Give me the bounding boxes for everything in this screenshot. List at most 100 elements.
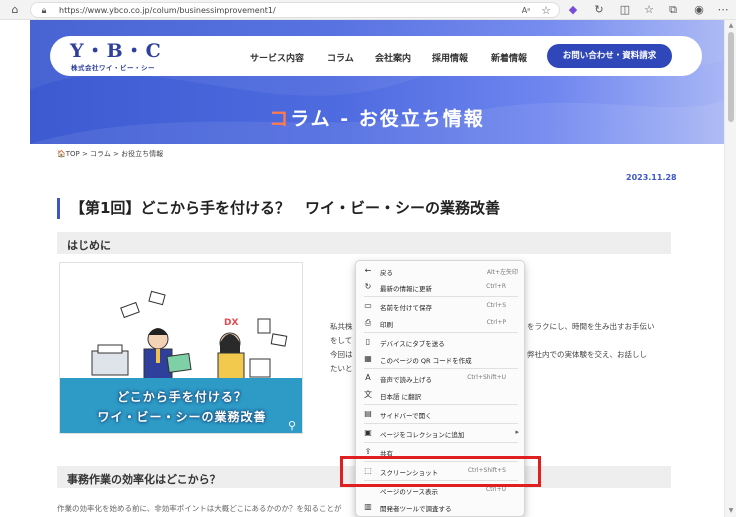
menu-item-read-aloud-shortcut: Ctrl+Shift+U: [467, 374, 506, 381]
menu-separator: [364, 423, 518, 424]
chevron-right-icon: ▸: [515, 428, 519, 436]
send-to-device-icon: ▯: [365, 337, 371, 346]
split-screen-icon[interactable]: ◫: [618, 3, 632, 17]
scroll-up-icon[interactable]: ▲: [727, 22, 735, 29]
menu-item-add-collection[interactable]: ▣ ページをコレクションに追加 ▸: [356, 425, 524, 441]
page-title-rest: ラム - お役立ち情報: [290, 108, 485, 130]
menu-item-send-to-device-label: デバイスにタブを送る: [380, 340, 445, 348]
nav-column[interactable]: コラム: [327, 51, 354, 64]
article-title: 【第1回】どこから手を付ける？ ワイ・ビー・シーの業務改善: [57, 198, 500, 219]
menu-item-qr-code[interactable]: ▦ このページの QR コードを作成: [356, 351, 524, 367]
nav-card: Y・B・C 株式会社ワイ・ビー・シー サービス内容 コラム 会社案内 採用情報 …: [50, 36, 702, 76]
zoom-icon[interactable]: ⚲: [288, 420, 300, 432]
favorites-icon[interactable]: ☆: [642, 3, 656, 17]
menu-item-devtools[interactable]: ▥ 開発者ツールで調査する: [356, 499, 524, 515]
browser-toolbar: ⌂ 🔒︎ https://www.ybco.co.jp/colum/busine…: [0, 0, 736, 20]
nav-recruit[interactable]: 採用情報: [432, 51, 468, 64]
menu-item-back[interactable]: ← 戻る Alt+左矢印: [356, 263, 524, 279]
company-name: 株式会社ワイ・ビー・シー: [71, 64, 155, 72]
refresh-extension-icon[interactable]: ↻: [592, 3, 606, 17]
menu-separator: [364, 296, 518, 297]
contact-button[interactable]: お問い合わせ・資料請求: [547, 44, 672, 68]
breadcrumb[interactable]: 🏠TOP > コラム > お役立ち情報: [57, 149, 163, 159]
collection-icon: ▣: [364, 428, 372, 437]
menu-separator: [364, 332, 518, 333]
body-text-right-0: をラクにし、時間を生み出すお手伝い: [527, 322, 655, 331]
collections-icon[interactable]: ⧉: [666, 3, 680, 17]
favorite-star-icon[interactable]: ☆: [539, 4, 553, 18]
address-url: https://www.ybco.co.jp/colum/businessimp…: [59, 6, 276, 15]
nav-services[interactable]: サービス内容: [250, 51, 304, 64]
menu-item-print[interactable]: ⎙ 印刷 Ctrl+P: [356, 315, 524, 331]
image-banner-line2: ワイ・ビー・シーの業務改善: [97, 410, 267, 424]
body-text-left-2: 今回は: [330, 350, 353, 359]
image-banner: どこから手を付ける？ ワイ・ビー・シーの業務改善: [60, 378, 302, 433]
body-text-left-1: をして: [330, 336, 353, 345]
scroll-thumb[interactable]: [728, 32, 734, 122]
menu-item-save-as[interactable]: ▭ 名前を付けて保存 Ctrl+S: [356, 298, 524, 314]
browser-window: ⌂ 🔒︎ https://www.ybco.co.jp/colum/busine…: [0, 0, 736, 517]
body-text-right-2: 弊社内での実体験を交え、お話しし: [527, 350, 647, 359]
extension-icon[interactable]: ◆: [566, 3, 580, 17]
profile-icon[interactable]: ◉: [692, 3, 706, 17]
body-text-left-3: たいと: [330, 364, 353, 373]
page-title: コラム - お役立ち情報: [30, 104, 724, 131]
site-logo[interactable]: Y・B・C: [70, 41, 163, 61]
print-icon: ⎙: [364, 318, 372, 327]
office-illustration: DX: [60, 263, 302, 383]
menu-item-open-sidebar-label: サイドバーで開く: [380, 412, 432, 420]
menu-item-print-label: 印刷: [380, 321, 393, 329]
menu-item-read-aloud[interactable]: A 音声で読み上げる Ctrl+Shift+U: [356, 370, 524, 386]
devtools-icon: ▥: [364, 502, 372, 511]
site-header: Y・B・C 株式会社ワイ・ビー・シー サービス内容 コラム 会社案内 採用情報 …: [30, 20, 724, 144]
menu-separator: [364, 442, 518, 443]
address-bar[interactable]: 🔒︎ https://www.ybco.co.jp/colum/business…: [30, 2, 560, 18]
translate-icon: 文: [364, 390, 372, 399]
menu-item-view-source-label: ページのソース表示: [380, 488, 439, 496]
page-scrollbar[interactable]: ▲ ▼: [724, 20, 736, 517]
section2-text: 作業の効率化を始める前に、非効率ポイントは大概どこにあるかのか？を知ることが: [57, 504, 342, 513]
menu-item-back-label: 戻る: [380, 269, 393, 277]
read-aloud-icon: A: [365, 373, 371, 382]
menu-item-devtools-label: 開発者ツールで調査する: [380, 505, 452, 513]
menu-separator: [364, 404, 518, 405]
scroll-down-icon[interactable]: ▼: [727, 507, 735, 514]
menu-item-refresh[interactable]: ↻ 最新の情報に更新 Ctrl+R: [356, 279, 524, 295]
menu-item-qr-code-label: このページの QR コードを作成: [380, 357, 472, 365]
menu-item-save-as-label: 名前を付けて保存: [380, 304, 432, 312]
read-aloud-icon[interactable]: Aᵃ: [519, 4, 533, 18]
nav-news[interactable]: 新着情報: [491, 51, 527, 64]
menu-item-view-source-shortcut: Ctrl+U: [485, 486, 506, 493]
menu-item-refresh-label: 最新の情報に更新: [380, 285, 432, 293]
page-title-accent: コ: [269, 108, 291, 130]
menu-separator: [364, 368, 518, 369]
menu-item-read-aloud-label: 音声で読み上げる: [380, 376, 432, 384]
menu-item-translate-label: 日本語 に翻訳: [380, 393, 422, 401]
menu-item-save-as-shortcut: Ctrl+S: [486, 302, 506, 309]
refresh-icon: ↻: [364, 282, 372, 291]
sidebar-icon: ▤: [364, 409, 372, 418]
menu-item-print-shortcut: Ctrl+P: [486, 319, 506, 326]
section-heading-efficiency-text: 事務作業の効率化はどこから？: [67, 473, 221, 486]
menu-item-refresh-shortcut: Ctrl+R: [486, 283, 506, 290]
qr-code-icon: ▦: [364, 354, 372, 363]
menu-item-open-sidebar[interactable]: ▤ サイドバーで開く: [356, 406, 524, 422]
section-heading-intro: はじめに: [57, 232, 671, 254]
image-banner-line1: どこから手を付ける？: [117, 390, 247, 404]
section-heading-intro-text: はじめに: [67, 239, 111, 252]
nav-company[interactable]: 会社案内: [375, 51, 411, 64]
home-icon[interactable]: ⌂: [8, 3, 22, 17]
article-image[interactable]: DX どこから手を付ける？ ワイ・ビー・シーの業務改善 ⚲: [59, 262, 303, 434]
screenshot-highlight-box: [340, 456, 541, 487]
menu-item-add-collection-label: ページをコレクションに追加: [380, 431, 465, 439]
menu-item-translate[interactable]: 文 日本語 に翻訳: [356, 387, 524, 403]
dx-tag: DX: [224, 318, 238, 328]
save-icon: ▭: [364, 301, 372, 310]
menu-item-back-shortcut: Alt+左矢印: [486, 269, 518, 276]
lock-icon[interactable]: 🔒︎: [37, 4, 51, 18]
back-arrow-icon: ←: [364, 266, 372, 275]
more-menu-icon[interactable]: ⋯: [716, 3, 730, 17]
menu-item-send-to-device[interactable]: ▯ デバイスにタブを送る: [356, 334, 524, 350]
body-text-left-0: 私共株: [330, 322, 353, 331]
article-date: 2023.11.28: [626, 173, 677, 182]
